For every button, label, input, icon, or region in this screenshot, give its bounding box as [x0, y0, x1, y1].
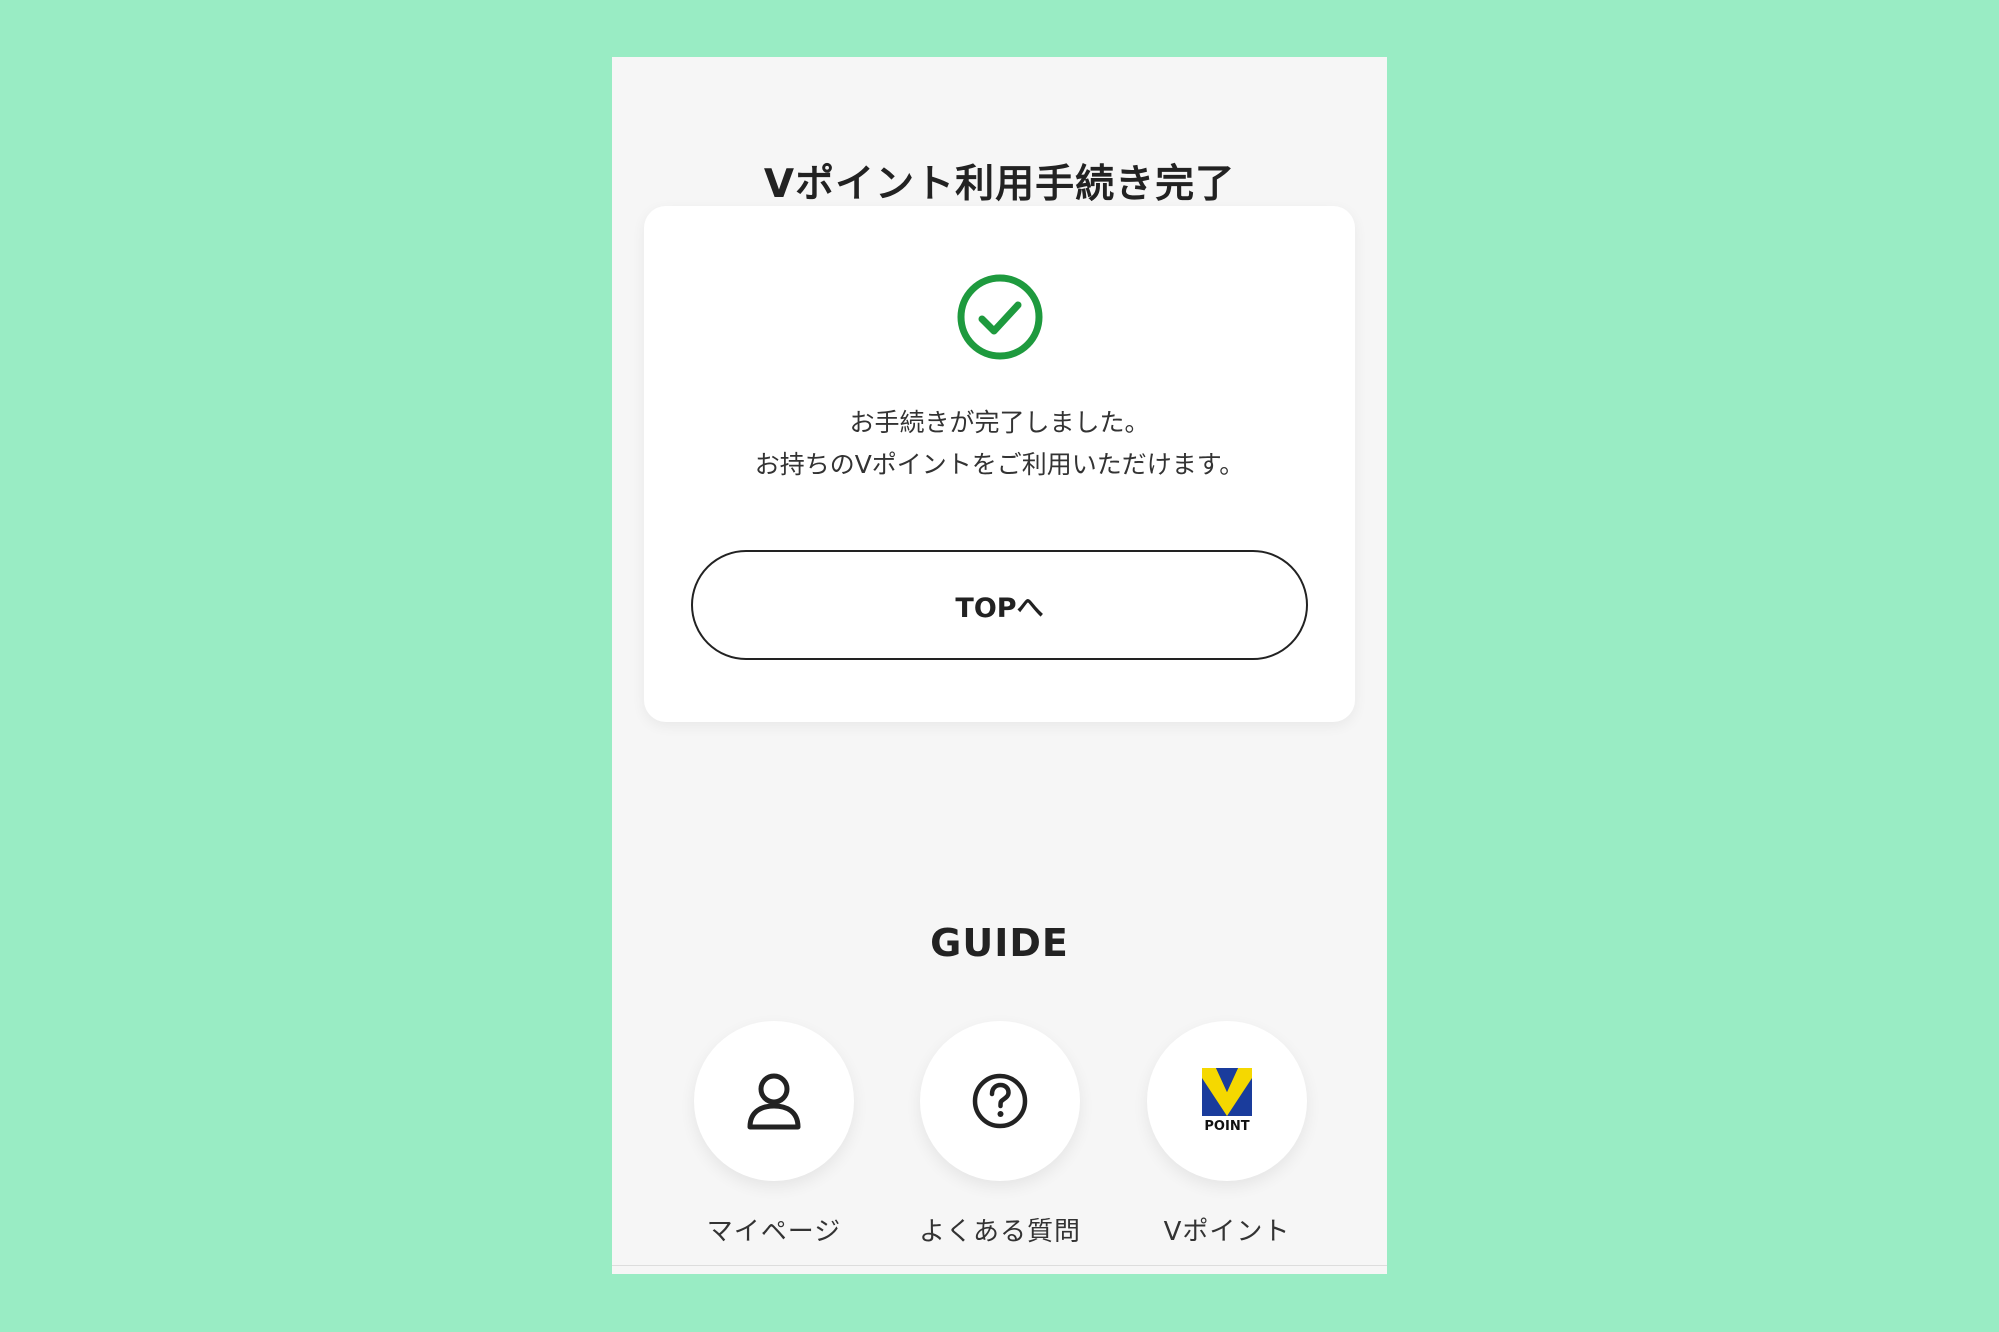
guide-label-vpoint[interactable]: Vポイント — [1117, 1211, 1337, 1248]
message-line-2: お持ちのVポイントをご利用いただけます。 — [754, 450, 1245, 479]
guide-item-vpoint[interactable]: POINT Vポイント — [1147, 1021, 1307, 1261]
guide-item-mypage[interactable]: マイページ — [694, 1021, 854, 1261]
top-button[interactable]: TOPへ — [691, 550, 1308, 660]
guide-circle-mypage[interactable] — [694, 1021, 854, 1181]
message-line-1: お手続きが完了しました。 — [849, 408, 1150, 437]
vpoint-logo-icon: POINT — [1202, 1068, 1252, 1134]
guide-item-faq[interactable]: よくある質問 — [919, 1021, 1080, 1261]
guide-title: GUIDE — [930, 921, 1069, 965]
guide-circle-vpoint[interactable]: POINT — [1147, 1021, 1307, 1181]
vpoint-logo-text: POINT — [1204, 1119, 1250, 1134]
completion-message: お手続きが完了しました。 お持ちのVポイントをご利用いただけます。 — [644, 402, 1355, 486]
guide-label-faq[interactable]: よくある質問 — [890, 1211, 1110, 1248]
page-title: Vポイント利用手続き完了 — [763, 162, 1236, 207]
question-circle-icon — [972, 1073, 1028, 1129]
check-circle-icon — [957, 274, 1043, 360]
bottom-divider — [612, 1265, 1387, 1266]
guide-label-mypage[interactable]: マイページ — [664, 1211, 884, 1248]
completion-card: お手続きが完了しました。 お持ちのVポイントをご利用いただけます。 TOPへ — [644, 206, 1355, 722]
app-screen: Vポイント利用手続き完了 お手続きが完了しました。 お持ちのVポイントをご利用い… — [612, 57, 1387, 1274]
user-icon — [747, 1073, 801, 1130]
guide-circle-faq[interactable] — [920, 1021, 1080, 1181]
